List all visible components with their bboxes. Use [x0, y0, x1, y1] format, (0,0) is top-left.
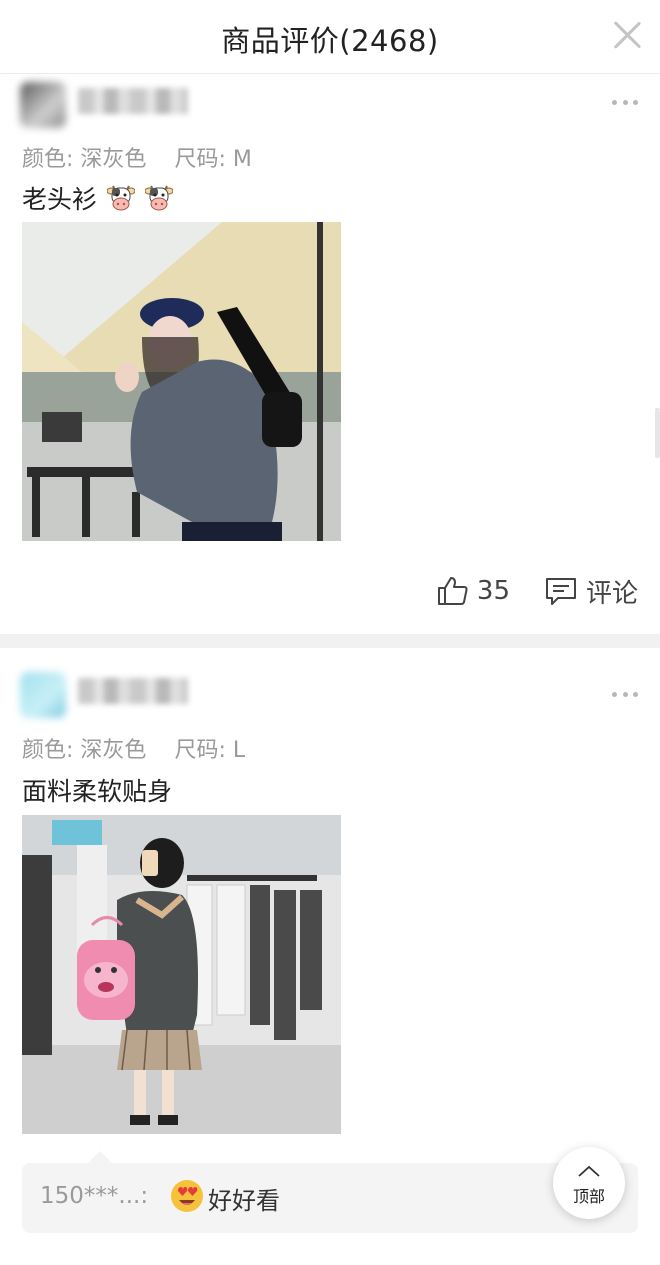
review-photo-image	[22, 815, 341, 1134]
comment-label: 评论	[585, 578, 638, 609]
spec-color-label: 颜色:	[22, 147, 74, 172]
review-actions: 35 评论	[0, 571, 660, 611]
review-text: 面料柔软贴身	[22, 772, 172, 808]
username-blurred[interactable]	[78, 678, 188, 704]
comment-preview[interactable]: 150***...: 好好看	[22, 1151, 638, 1233]
heart-eyes-emoji	[171, 1180, 203, 1212]
page-title: 商品评价(2468)	[221, 24, 439, 58]
chevron-up-icon	[578, 1165, 600, 1177]
like-button[interactable]: 35	[437, 571, 510, 611]
username-blurred[interactable]	[78, 88, 188, 114]
header-bar: 商品评价(2468)	[0, 0, 660, 74]
review-spec: 颜色: 深灰色 尺码: L	[22, 732, 245, 764]
spec-size-label: 尺码:	[174, 147, 226, 172]
section-divider	[0, 634, 660, 648]
comment-user: 150***...:	[40, 1183, 149, 1209]
thumbs-up-icon	[437, 577, 468, 605]
spec-color-value: 深灰色	[80, 738, 147, 763]
comment-text: 好好看	[208, 1187, 280, 1215]
review-photo[interactable]	[22, 815, 341, 1134]
review-text-body: 面料柔软贴身	[22, 777, 173, 806]
back-to-top-label: 顶部	[572, 1187, 605, 1206]
spec-size-value: M	[232, 147, 252, 172]
review-item: 颜色: 深灰色 尺码: M 老头衫 35 评论	[0, 74, 660, 634]
scrollbar[interactable]	[655, 408, 660, 458]
review-photo[interactable]	[22, 222, 341, 541]
spec-size-value: L	[232, 738, 246, 763]
review-text-body: 老头衫	[22, 185, 98, 214]
review-spec: 颜色: 深灰色 尺码: M	[22, 141, 252, 173]
more-options-icon[interactable]	[612, 690, 638, 698]
comment-button[interactable]: 评论	[544, 571, 638, 611]
spec-color-value: 深灰色	[80, 147, 147, 172]
close-icon[interactable]	[612, 20, 642, 50]
cow-face-emoji	[144, 185, 173, 211]
comment-icon	[545, 578, 576, 605]
cow-face-emoji	[106, 185, 135, 211]
spec-size-label: 尺码:	[174, 738, 226, 763]
spec-color-label: 颜色:	[22, 738, 74, 763]
avatar[interactable]	[20, 672, 66, 718]
review-text: 老头衫	[22, 180, 173, 216]
back-to-top-button[interactable]: 顶部	[553, 1147, 625, 1219]
avatar[interactable]	[20, 82, 66, 128]
review-photo-image	[22, 222, 341, 541]
like-count: 35	[476, 576, 510, 606]
more-options-icon[interactable]	[612, 98, 638, 106]
